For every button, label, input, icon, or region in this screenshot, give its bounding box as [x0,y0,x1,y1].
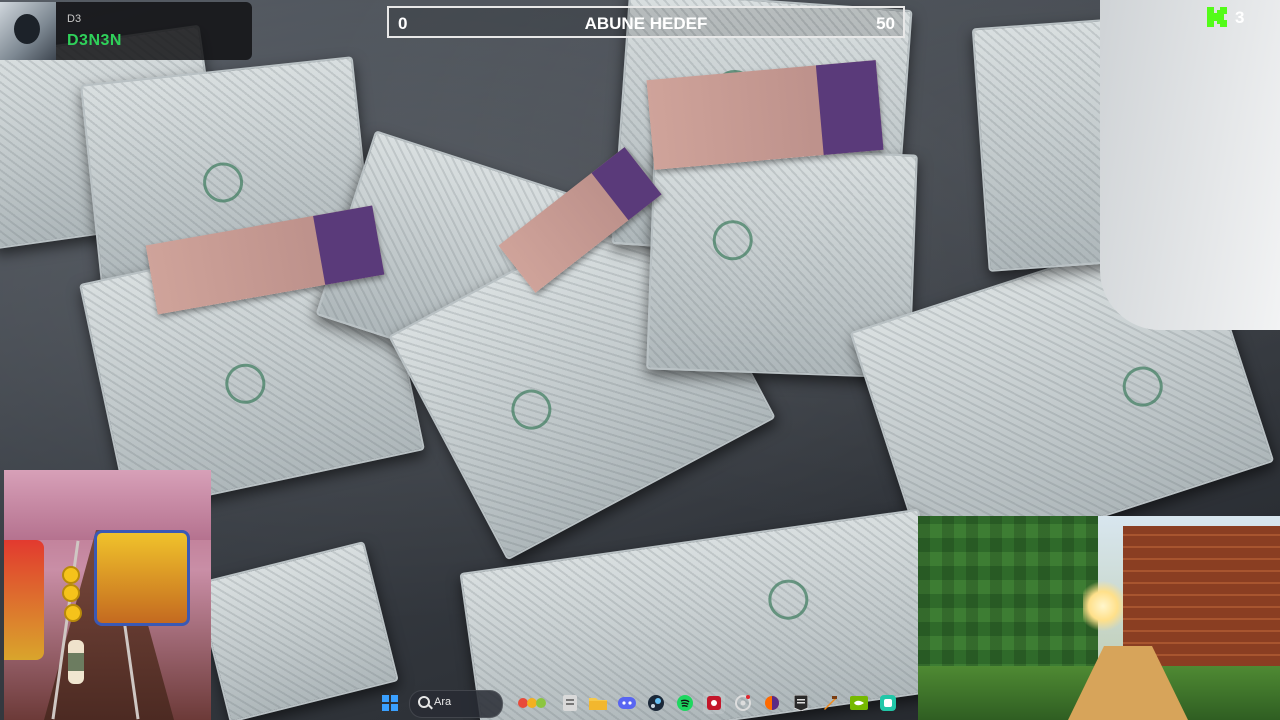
obs-icon[interactable] [732,692,754,714]
search-icon [418,696,430,708]
white-cloth [1100,0,1280,330]
streamer-badge: D3 D3N3N [0,2,252,60]
streamer-name: D3N3N [67,32,122,49]
fruits-widget-icon[interactable] [517,692,547,714]
train [94,530,190,626]
nvidia-icon[interactable] [848,692,870,714]
steam-icon[interactable] [645,692,667,714]
goal-title: ABUNE HEDEF [584,14,708,33]
file-explorer-icon[interactable] [587,692,609,714]
minecraft-video [918,516,1280,720]
search-input[interactable]: Ara [409,690,503,718]
spotify-icon[interactable] [674,692,696,714]
record-icon[interactable] [703,692,725,714]
browser-icon[interactable] [761,692,783,714]
subscriber-goal-bar: 0 ABUNE HEDEF 50 [387,6,905,38]
brick-wall [1123,526,1280,666]
goal-end-value: 50 [876,14,895,33]
subway-surfers-video [4,470,211,720]
sunlight [1083,576,1123,636]
coin [62,584,80,602]
bill-stack [195,541,399,720]
file-icon[interactable] [559,692,581,714]
epic-games-icon[interactable] [790,692,812,714]
kick-icon [1207,7,1227,27]
app-icon[interactable] [877,692,899,714]
runner-character [68,640,84,684]
streamer-tag: D3 [67,13,82,25]
game-icon[interactable] [819,692,841,714]
coin [62,566,80,584]
taskbar: Ara [373,688,907,720]
train [4,540,44,660]
avatar [0,2,56,60]
windows-start-icon[interactable] [379,692,401,714]
discord-icon[interactable] [616,692,638,714]
coin [64,604,82,622]
viewer-count: 3 [1235,8,1245,27]
search-placeholder: Ara [434,696,452,708]
